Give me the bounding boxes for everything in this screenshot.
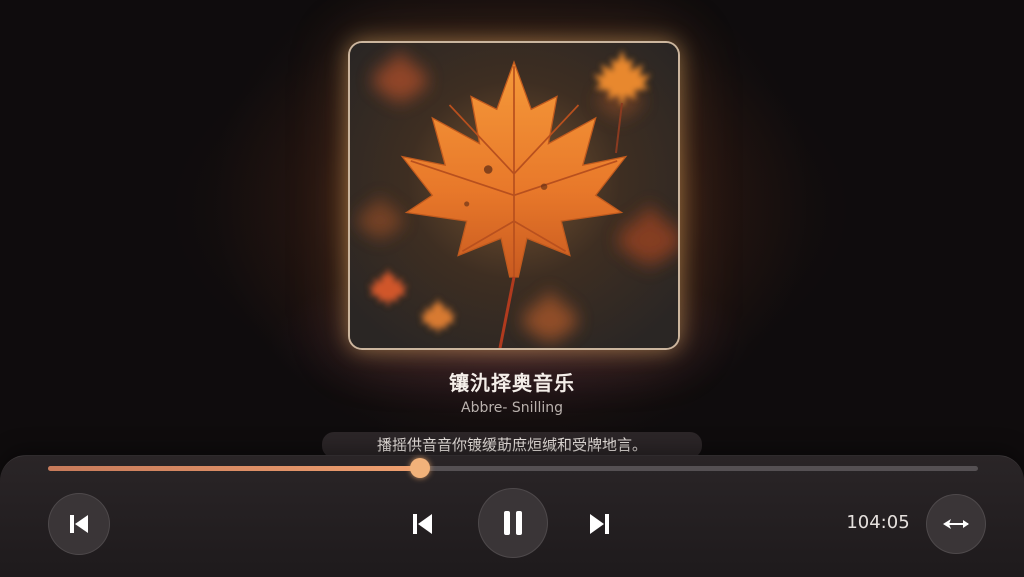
previous-icon — [413, 514, 432, 534]
time-display: 104:05 — [846, 512, 910, 533]
album-artwork-image — [350, 43, 678, 348]
next-icon — [590, 514, 609, 534]
play-pause-button[interactable] — [478, 488, 548, 558]
swap-button[interactable] — [926, 494, 986, 554]
artist-name: Abbre- Snilling — [461, 400, 563, 416]
next-button[interactable] — [580, 504, 620, 544]
skip-back-icon — [70, 515, 88, 533]
progress-thumb[interactable] — [410, 458, 430, 478]
pause-icon — [504, 511, 522, 535]
progress-fill — [48, 466, 420, 471]
song-title: 镶氿择奥音乐 — [449, 371, 575, 395]
swap-arrows-icon — [943, 519, 969, 529]
previous-button[interactable] — [402, 504, 442, 544]
progress-bar[interactable] — [48, 458, 978, 478]
album-artwork — [348, 41, 680, 350]
skip-back-button[interactable] — [48, 493, 110, 555]
